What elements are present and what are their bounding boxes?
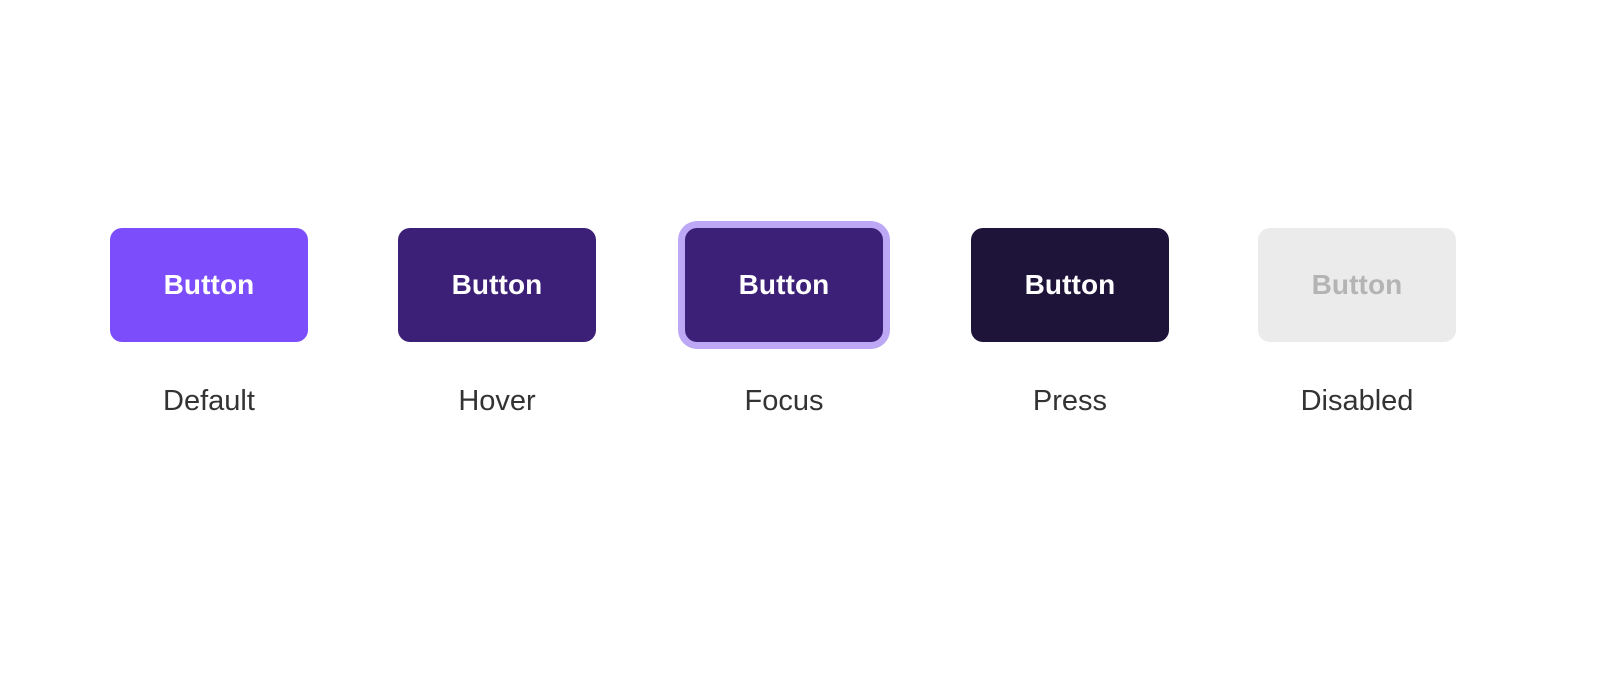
button-state-disabled: Button Disabled [1258, 228, 1456, 416]
focus-ring: Button [685, 228, 883, 342]
state-caption-default: Default [163, 385, 255, 417]
button-state-hover: Button Hover [398, 228, 596, 416]
button-state-default: Button Default [110, 228, 308, 416]
button-state-focus: Button Focus [685, 228, 883, 416]
button-focus[interactable]: Button [685, 228, 883, 342]
button-hover[interactable]: Button [398, 228, 596, 342]
state-caption-disabled: Disabled [1300, 385, 1414, 417]
button-disabled: Button [1258, 228, 1456, 342]
button-states-showcase: Button Default Button Hover Button Focus… [0, 0, 1606, 682]
state-caption-focus: Focus [744, 385, 824, 417]
button-state-press: Button Press [971, 228, 1169, 416]
button-default[interactable]: Button [110, 228, 308, 342]
button-press[interactable]: Button [971, 228, 1169, 342]
state-caption-press: Press [1032, 385, 1108, 417]
state-caption-hover: Hover [458, 385, 536, 417]
